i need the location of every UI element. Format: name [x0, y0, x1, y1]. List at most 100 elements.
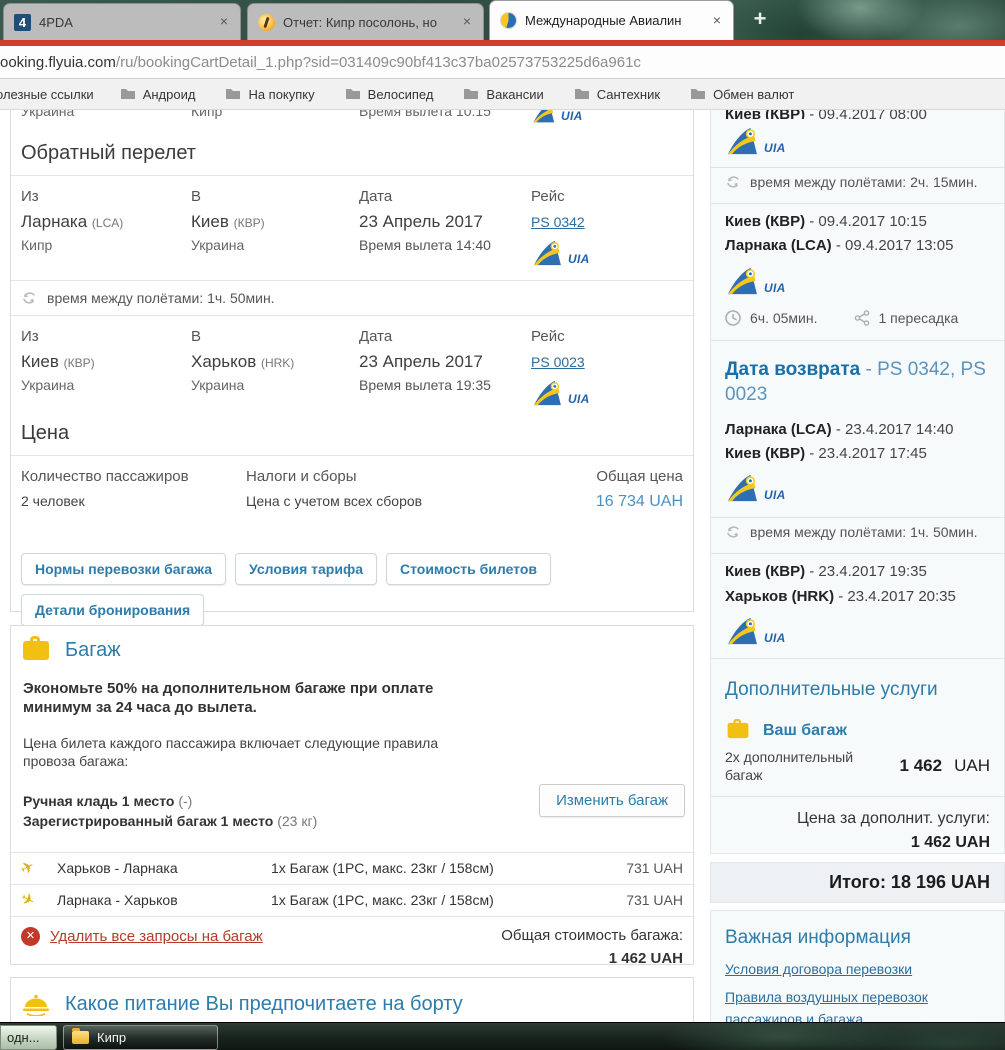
uia-logo-text: UIA [568, 252, 590, 266]
flight-number-link[interactable]: PS 0023 [531, 354, 683, 370]
bookmark-currency[interactable]: Обмен валют [690, 87, 794, 102]
taskbar-folder-button[interactable]: Кипр [63, 1025, 218, 1050]
uia-logo: UIA [725, 127, 786, 155]
your-baggage-title: Ваш багаж [763, 722, 847, 740]
uia-logo-text: UIA [764, 488, 786, 502]
price-summary: Количество пассажиров 2 человек Налоги и… [11, 468, 693, 511]
to-country: Украина [191, 377, 359, 393]
bookmark-shopping[interactable]: На покупку [225, 87, 314, 102]
grand-total-panel: Итого: 18 196 UAH [710, 862, 1005, 903]
total-price-value: 16 734 UAH [596, 493, 683, 511]
passengers-block: Количество пассажиров 2 человек [21, 468, 246, 511]
uia-logo: UIA [725, 267, 786, 295]
col-flight: Рейс [531, 328, 683, 345]
baggage-total-block: Общая стоимость багажа: 1 462 UAH [501, 927, 683, 967]
baggage-footer: Удалить все запросы на багаж Общая стоим… [11, 916, 693, 967]
taxes-label: Налоги и сборы [246, 468, 596, 485]
departure-time: Время вылета 19:35 [359, 377, 531, 393]
air-carriage-rules-link-cont[interactable]: пассажиров и багажа [725, 1011, 990, 1022]
tab-uia-active[interactable]: Международные Авиалин [489, 0, 734, 40]
baggage-rules-button[interactable]: Нормы перевозки багажа [21, 553, 226, 585]
tab-close-icon[interactable] [709, 13, 725, 29]
flight-table-header: Из В Дата Рейс [11, 188, 693, 205]
baggage-details: 1х Багаж (1PC, макс. 23кг / 158см) [271, 892, 626, 908]
price-title: Цена [21, 422, 683, 445]
baggage-row: Харьков - Ларнака 1х Багаж (1PC, макс. 2… [11, 852, 693, 884]
folder-icon [72, 1031, 89, 1044]
divider [711, 796, 1004, 797]
ticket-cost-button[interactable]: Стоимость билетов [386, 553, 551, 585]
bookmark-bicycle[interactable]: Велосипед [345, 87, 434, 102]
bookmark-label: На покупку [248, 87, 314, 102]
outbound-cut-row: Украина Кипр Время вылета 10:15 UIA [11, 110, 693, 126]
service-item-price: 1 462UAH [900, 756, 990, 776]
flight-leg-subrow: Кипр Украина Время вылета 14:40 UIA [11, 232, 693, 266]
booking-details-button[interactable]: Детали бронирования [21, 594, 204, 626]
uia-tail-icon [725, 127, 759, 155]
url-domain: ooking.flyuia.com [0, 54, 116, 71]
tab-title: Международные Авиалин [525, 13, 705, 28]
meal-title: Какое питание Вы предпочитаете на борту [65, 993, 463, 1016]
from-country: Украина [21, 377, 191, 393]
baggage-price: 731 UAH [626, 860, 683, 876]
bookmark-useful-links[interactable]: олезные ссылки [0, 87, 94, 102]
suitcase-icon [728, 723, 749, 738]
segment-line: Киев (КВР) - 09.4.2017 08:00 [725, 110, 927, 119]
new-tab-button[interactable]: + [747, 8, 773, 32]
outbound-departure: Время вылета 10:15 [359, 110, 531, 119]
flight-date: 23 Апрель 2017 [359, 212, 531, 232]
folder-icon [574, 88, 590, 100]
bookmark-plumbing[interactable]: Сантехник [574, 87, 660, 102]
baggage-row: Ларнака - Харьков 1х Багаж (1PC, макс. 2… [11, 884, 693, 916]
carriage-contract-link[interactable]: Условия договора перевозки [725, 961, 990, 977]
baggage-route: Харьков - Ларнака [57, 860, 271, 876]
outbound-country: Украина [21, 110, 191, 119]
uia-tail-icon [531, 240, 563, 266]
bookmarks-bar: олезные ссылки Андроид На покупку Велоси… [0, 79, 1005, 110]
additional-services-panel: Дополнительные услуги Ваш багаж 2х допол… [710, 658, 1005, 854]
col-from: Из [21, 188, 191, 205]
baggage-panel: Багаж Экономьте 50% на дополнительном ба… [10, 625, 694, 965]
baggage-total-label: Общая стоимость багажа: [501, 927, 683, 944]
transfer-icon [854, 310, 870, 326]
important-info-title: Важная информация [725, 927, 990, 949]
uia-tail-icon [531, 110, 556, 123]
fare-conditions-button[interactable]: Условия тарифа [235, 553, 377, 585]
tab-report[interactable]: Отчет: Кипр посолонь, но [247, 3, 484, 40]
passengers-value: 2 человек [21, 493, 246, 509]
segment-line: Ларнака (LCA) - 23.4.2017 14:40 [725, 420, 990, 440]
bookmark-vacancies[interactable]: Вакансии [463, 87, 543, 102]
air-carriage-rules-link[interactable]: Правила воздушных перевозок [725, 989, 990, 1005]
uia-logo: UIA [531, 240, 683, 266]
uia-tail-icon [531, 380, 563, 406]
tab-title: Отчет: Кипр посолонь, но [283, 15, 455, 30]
flight-date: 23 Апрель 2017 [359, 352, 531, 372]
delete-icon[interactable] [21, 927, 40, 946]
your-baggage-header: Ваш багаж [725, 721, 990, 740]
uia-logo: UIA [531, 110, 683, 123]
bookmark-android[interactable]: Андроид [120, 87, 196, 102]
baggage-route: Ларнака - Харьков [57, 892, 271, 908]
delete-baggage-link[interactable]: Удалить все запросы на багаж [50, 928, 263, 945]
segment-line: Киев (КВР) - 09.4.2017 10:15 [725, 212, 990, 232]
bookmark-label: олезные ссылки [0, 87, 94, 102]
taskbar-browser-button[interactable]: одн... [0, 1025, 57, 1050]
departure-time: Время вылета 14:40 [359, 237, 531, 253]
layover-text: время между полётами: 1ч. 50мин. [47, 290, 275, 306]
folder-icon [690, 88, 706, 100]
divider [11, 175, 693, 176]
tab-close-icon[interactable] [216, 14, 232, 30]
col-to: В [191, 188, 359, 205]
services-total: Цена за дополнит. услуги: 1 462 UAH [725, 807, 990, 854]
segment-line: Харьков (HRK) - 23.4.2017 20:35 [725, 587, 990, 607]
address-bar[interactable]: ooking.flyuia.com/ru/bookingCartDetail_1… [0, 46, 1005, 79]
change-baggage-button[interactable]: Изменить багаж [539, 784, 685, 817]
tab-close-icon[interactable] [459, 14, 475, 30]
flight-number-link[interactable]: PS 0342 [531, 214, 683, 230]
uia-logo-text: UIA [561, 110, 583, 123]
flight-leg-row: Киев (КВР) Харьков (HRK) 23 Апрель 2017 … [11, 345, 693, 372]
tab-4pda[interactable]: 4 4PDA [3, 3, 241, 40]
from-city: Ларнака (LCA) [21, 212, 191, 232]
uia-favicon-icon [500, 12, 517, 29]
to-country: Украина [191, 237, 359, 253]
